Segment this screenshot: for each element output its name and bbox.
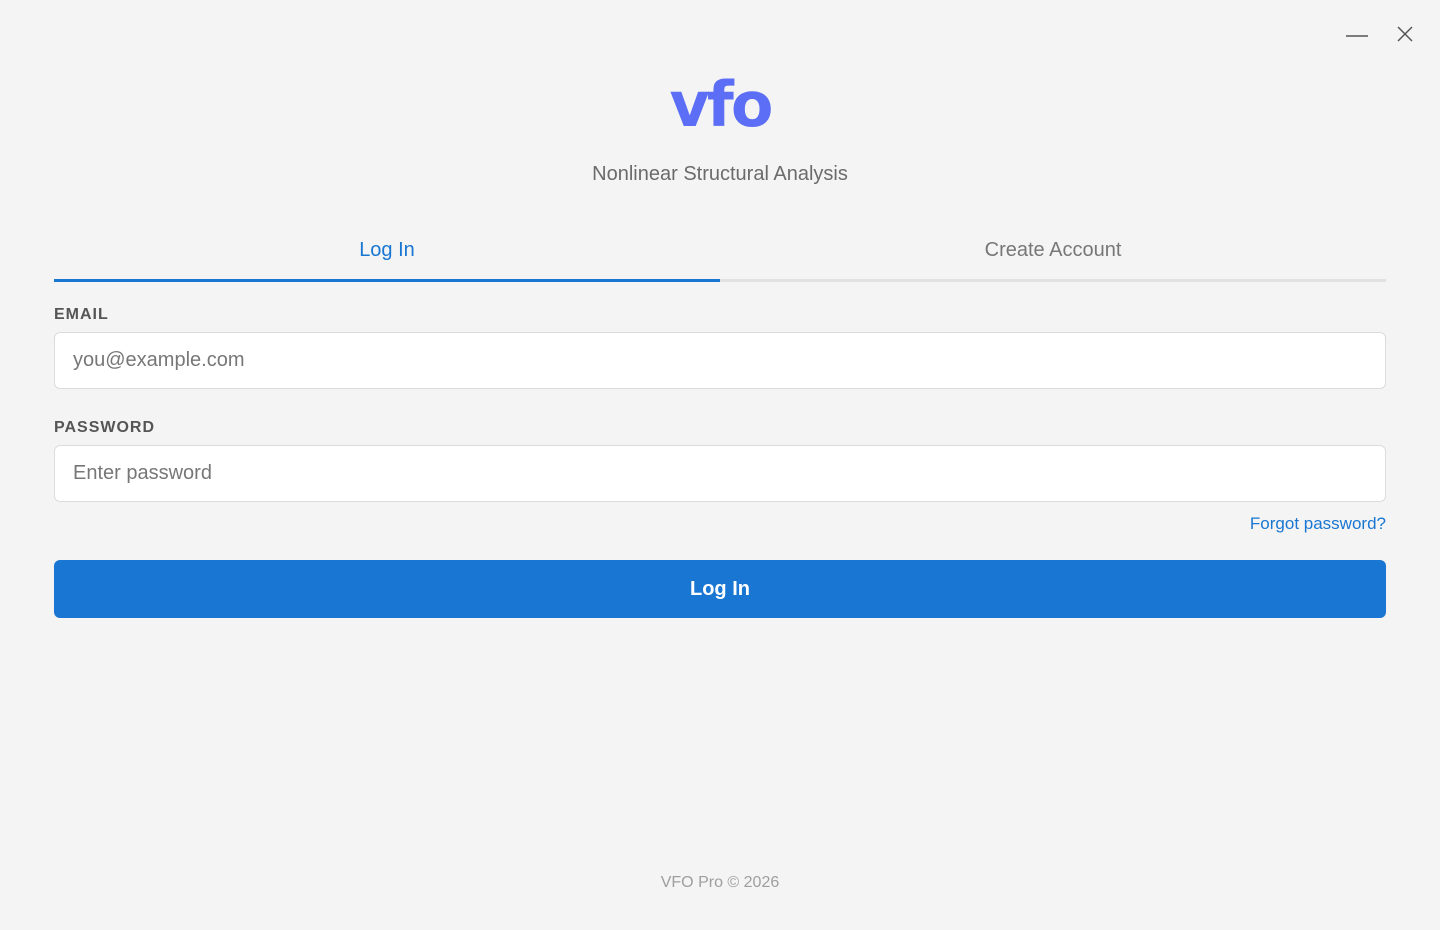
login-form: EMAIL PASSWORD Forgot password? Log In xyxy=(54,306,1386,618)
close-icon xyxy=(1395,24,1415,47)
brand-header: vfo Nonlinear Structural Analysis xyxy=(0,70,1440,186)
svg-text:vfo: vfo xyxy=(670,70,771,136)
email-group: EMAIL xyxy=(54,306,1386,389)
app-subtitle: Nonlinear Structural Analysis xyxy=(592,163,848,185)
login-window: vfo Nonlinear Structural Analysis Log In… xyxy=(0,0,1440,930)
vfo-logo: vfo xyxy=(670,70,774,136)
tab-create-account[interactable]: Create Account xyxy=(720,228,1386,279)
password-group: PASSWORD xyxy=(54,419,1386,502)
password-field[interactable] xyxy=(54,445,1386,502)
auth-tabs: Log In Create Account xyxy=(54,228,1386,282)
minimize-button[interactable] xyxy=(1342,20,1372,50)
forgot-row: Forgot password? xyxy=(54,514,1386,538)
window-controls xyxy=(1342,20,1420,50)
log-in-button[interactable]: Log In xyxy=(54,560,1386,618)
minimize-icon xyxy=(1345,22,1369,49)
password-label: PASSWORD xyxy=(54,419,156,436)
forgot-password-link[interactable]: Forgot password? xyxy=(1250,514,1386,533)
footer-copyright: VFO Pro © 2026 xyxy=(660,874,780,891)
tab-log-in[interactable]: Log In xyxy=(54,228,720,282)
email-label: EMAIL xyxy=(54,306,109,323)
close-button[interactable] xyxy=(1390,20,1420,50)
email-field[interactable] xyxy=(54,332,1386,389)
